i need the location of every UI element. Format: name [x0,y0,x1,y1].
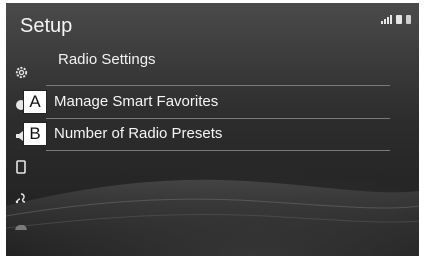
section-title: Radio Settings [58,51,156,68]
page-title: Setup [20,15,73,37]
gear-icon[interactable] [11,62,31,82]
menu-item-label: Number of Radio Presets [54,125,223,142]
item-divider [46,118,390,119]
menu-item-manage-smart-favorites[interactable]: A Manage Smart Favorites [20,89,405,117]
setup-screen: Setup Radio Settings A Manage Smart Favo… [6,3,419,256]
item-divider [46,150,390,151]
menu-item-number-of-radio-presets[interactable]: B Number of Radio Presets [20,121,405,149]
sidebar [6,58,36,248]
status-icon [406,15,411,24]
section-divider [46,85,390,86]
menu-item-label: Manage Smart Favorites [54,93,219,110]
wave-background [6,179,419,256]
callout-label: A [23,90,47,114]
callout-label: B [23,122,47,146]
voice-icon[interactable] [11,188,31,208]
signal-icon [381,15,392,24]
status-area [381,15,411,24]
battery-icon [396,15,402,24]
phone-icon[interactable] [11,157,31,177]
car-icon[interactable] [11,218,31,238]
